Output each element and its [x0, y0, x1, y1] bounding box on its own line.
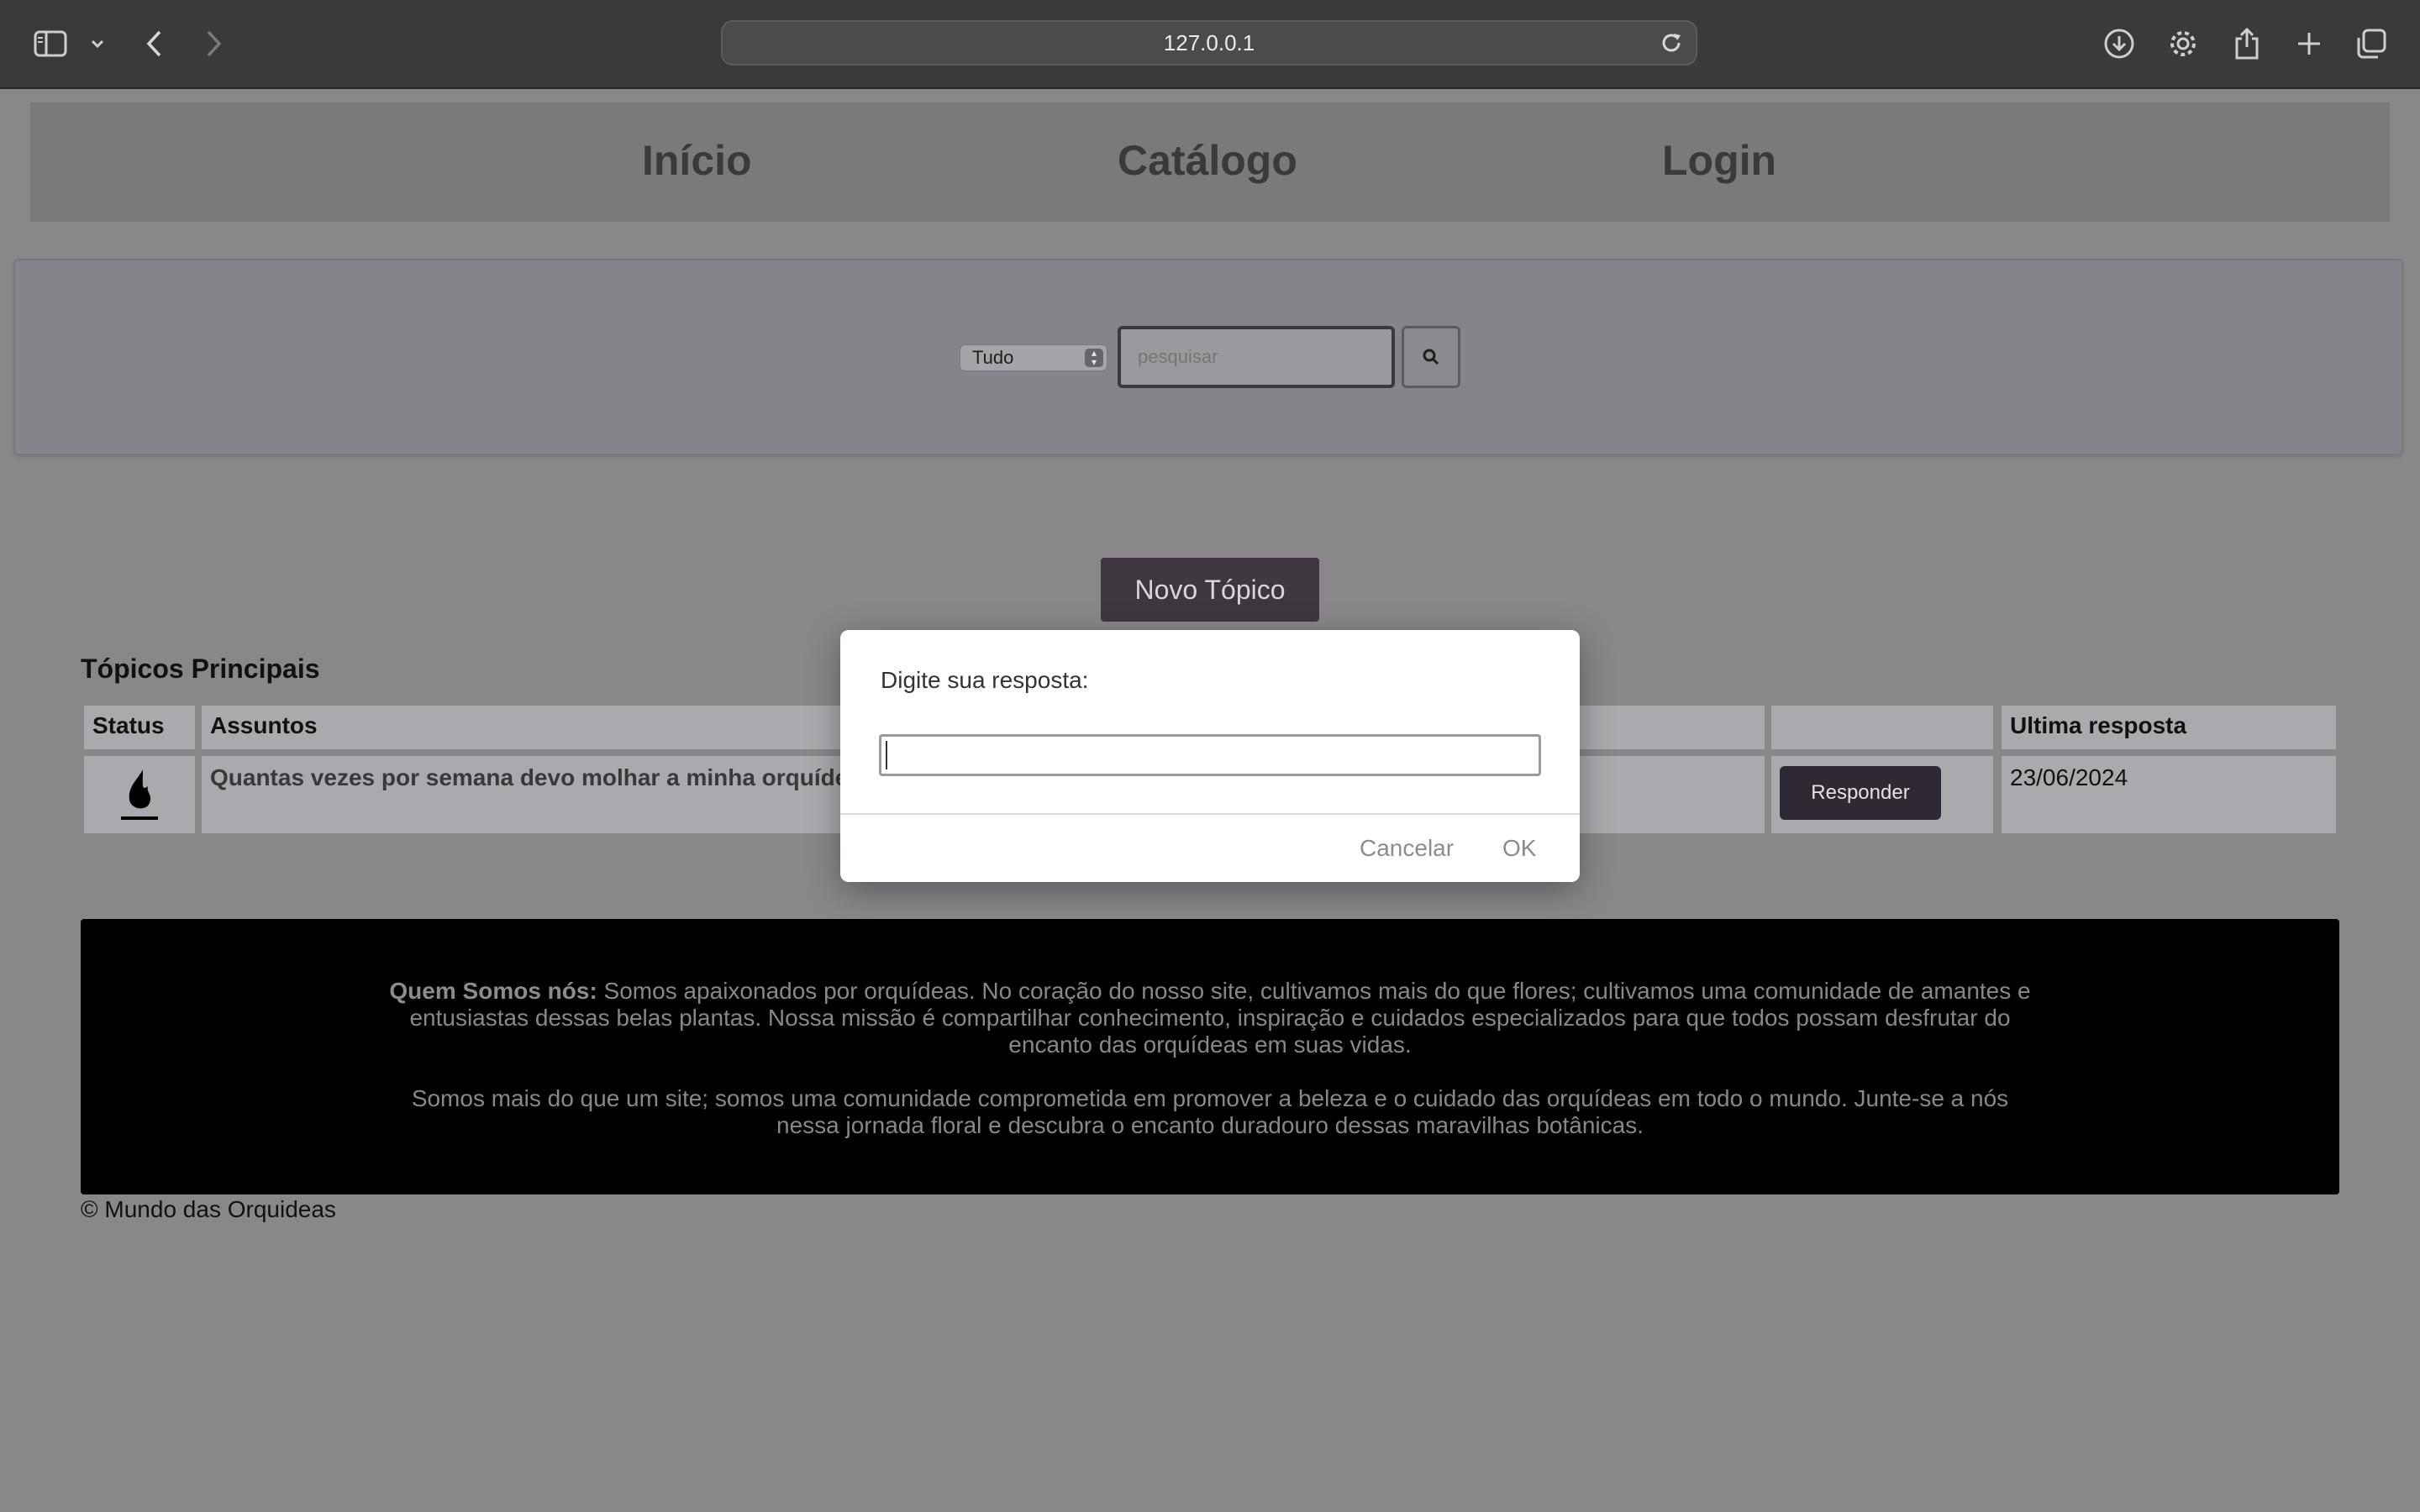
cancel-button[interactable]: Cancelar	[1360, 835, 1454, 862]
reply-input[interactable]	[879, 734, 1541, 776]
address-text: 127.0.0.1	[1163, 29, 1255, 55]
new-tab-plus-icon[interactable]	[2291, 25, 2328, 62]
about-paragraph: Quem Somos nós: Somos apaixonados por or…	[383, 978, 2037, 1058]
search-filter-select[interactable]: Tudo ▴ ▾	[960, 344, 1107, 371]
last-reply-date: 23/06/2024	[2002, 756, 2336, 833]
column-header-action	[1771, 706, 1993, 749]
nav-link-login[interactable]: Login	[1662, 136, 1776, 185]
browser-toolbar: 127.0.0.1	[0, 0, 2420, 89]
address-bar[interactable]: 127.0.0.1	[721, 20, 1697, 66]
reply-prompt-dialog: Digite sua resposta: Cancelar OK	[840, 630, 1580, 882]
text-caret	[886, 741, 887, 769]
reload-icon[interactable]	[1659, 30, 1684, 55]
dialog-message: Digite sua resposta:	[881, 667, 1089, 693]
back-arrow-icon[interactable]	[136, 25, 173, 62]
reply-button[interactable]: Responder	[1780, 766, 1941, 820]
copyright: © Mundo das Orquideas	[81, 1196, 336, 1222]
column-header-status: Status	[84, 706, 195, 749]
share-icon[interactable]	[2228, 25, 2265, 62]
search-filter-value: Tudo	[972, 347, 1014, 368]
new-topic-button[interactable]: Novo Tópico	[1101, 558, 1319, 622]
status-cell	[84, 756, 195, 833]
download-icon[interactable]	[2101, 25, 2138, 62]
ok-button[interactable]: OK	[1502, 835, 1536, 862]
site-navigation: Início Catálogo Login	[30, 102, 2390, 222]
search-button[interactable]	[1402, 326, 1460, 388]
forward-arrow-icon[interactable]	[195, 25, 232, 62]
select-arrows-icon: ▴ ▾	[1085, 348, 1103, 367]
about-heading: Quem Somos nós:	[389, 978, 597, 1004]
community-paragraph: Somos mais do que um site; somos uma com…	[411, 1085, 2009, 1138]
chevron-down-icon[interactable]	[79, 25, 116, 62]
nav-link-catalogo[interactable]: Catálogo	[1118, 136, 1297, 185]
tab-overview-icon[interactable]	[2353, 25, 2390, 62]
search-icon	[1423, 349, 1439, 365]
site-footer: Quem Somos nós: Somos apaixonados por or…	[81, 919, 2339, 1194]
sidebar-toggle-icon[interactable]	[32, 25, 69, 62]
nav-link-inicio[interactable]: Início	[642, 136, 752, 185]
settings-gear-icon[interactable]	[2165, 25, 2202, 62]
column-header-last-reply: Ultima resposta	[2002, 706, 2336, 749]
search-input[interactable]	[1118, 326, 1395, 388]
flame-icon	[121, 769, 158, 820]
dialog-divider	[840, 813, 1580, 815]
section-title: Tópicos Principais	[81, 654, 320, 684]
about-text: Somos apaixonados por orquídeas. No cora…	[409, 978, 2031, 1058]
